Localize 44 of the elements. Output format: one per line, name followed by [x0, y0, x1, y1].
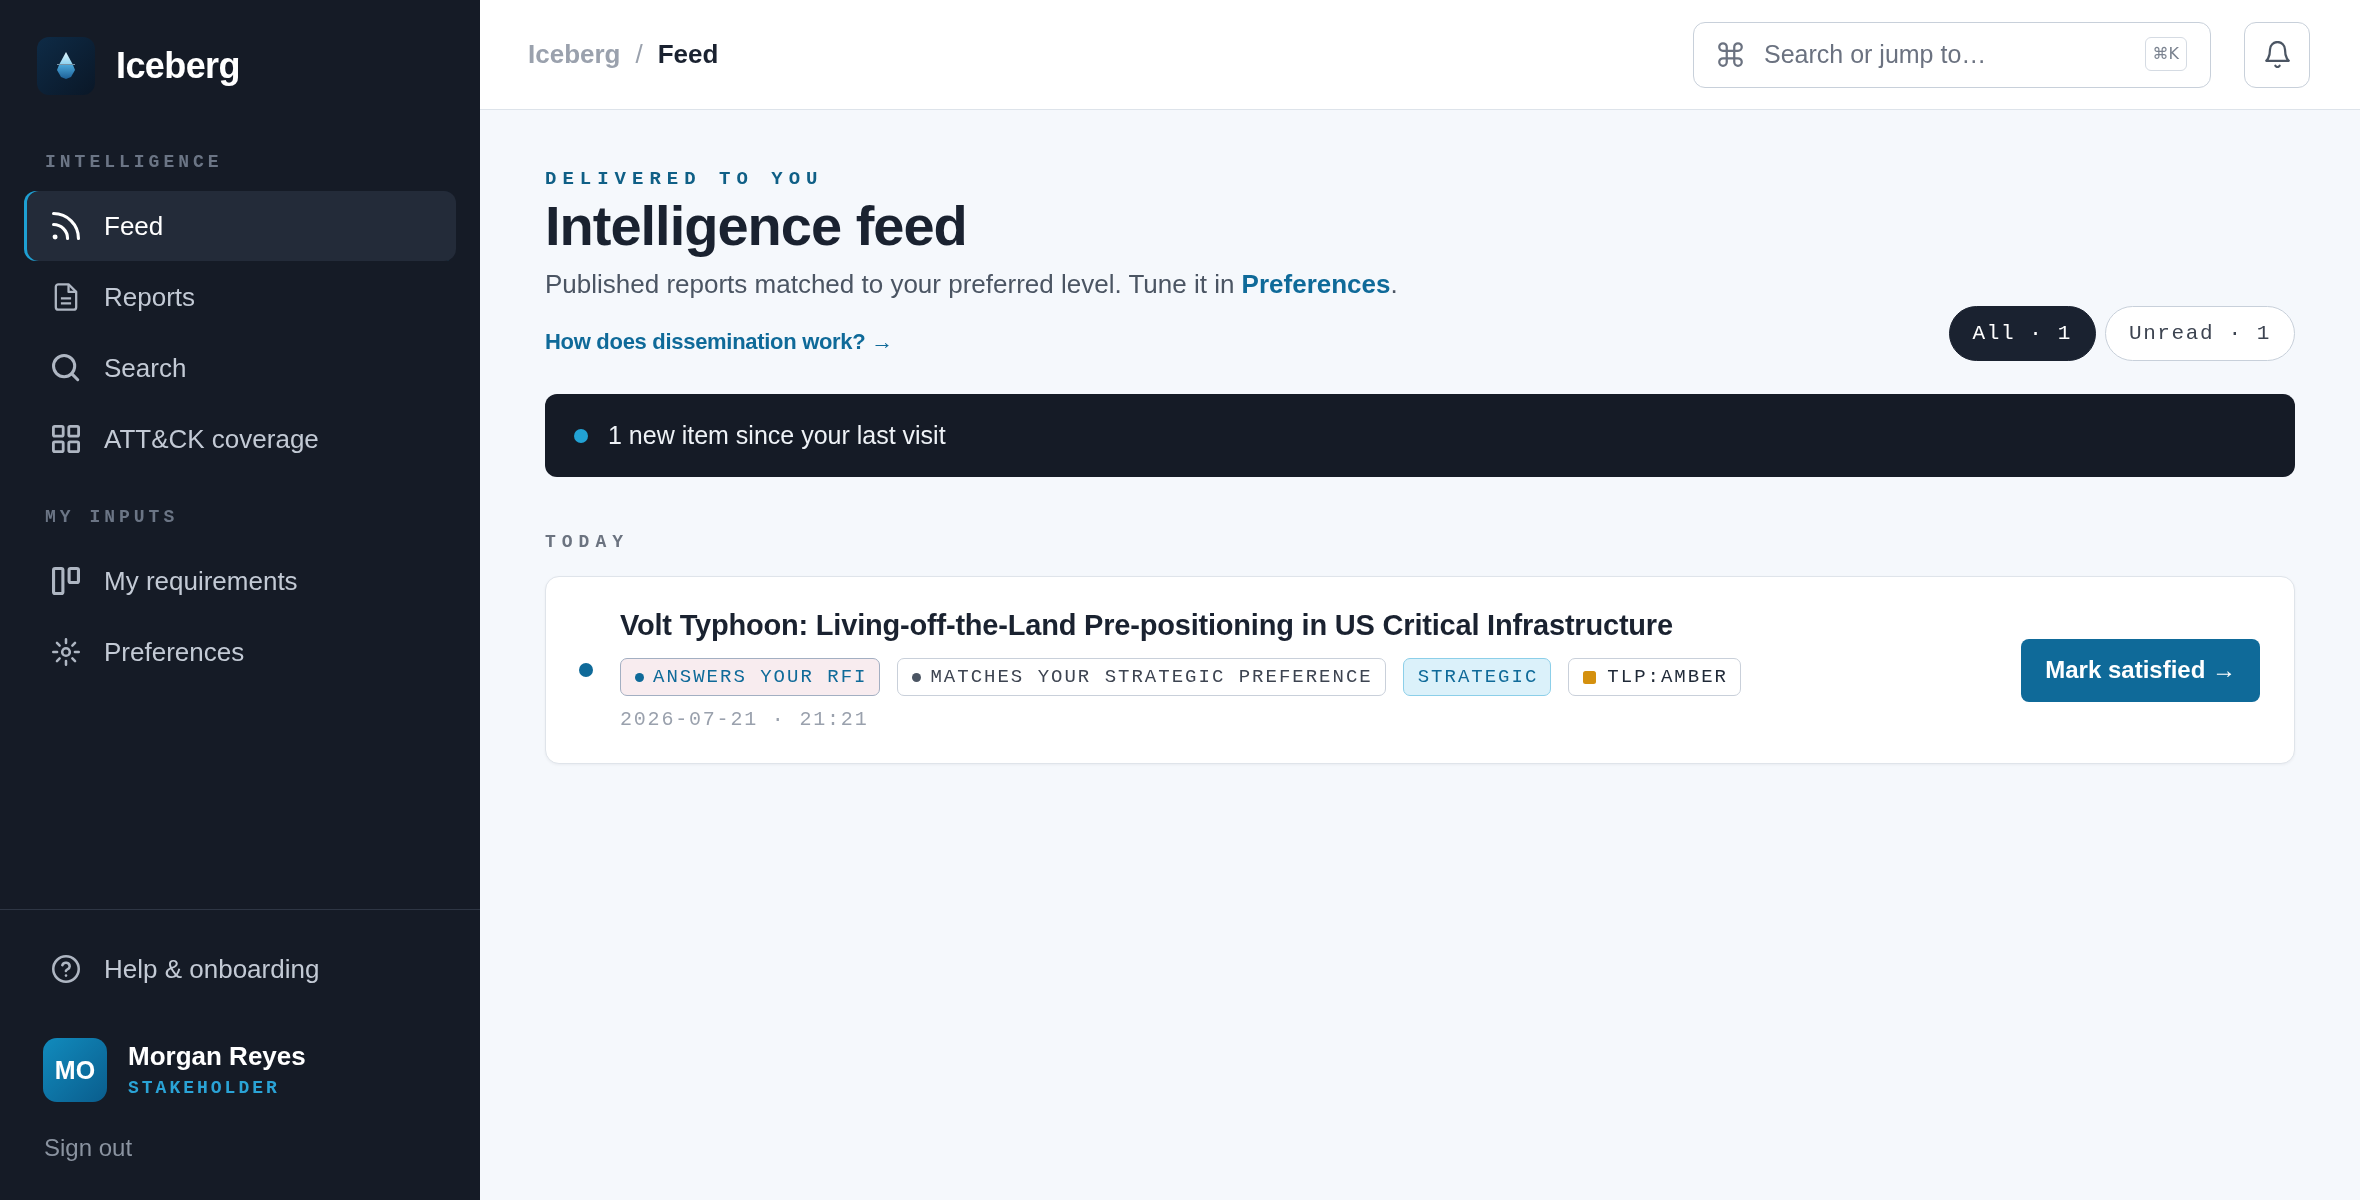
user-name: Morgan Reyes: [128, 1041, 306, 1071]
page-subtitle: Published reports matched to your preferred level. Tune it in Preferences.: [545, 268, 1398, 301]
brand-name: Iceberg: [116, 45, 240, 87]
mark-satisfied-button[interactable]: Mark satisfied →: [2021, 638, 2260, 702]
page-title: Intelligence feed: [545, 194, 967, 258]
filter-tab[interactable]: Unread · 1: [2104, 306, 2295, 361]
nav-item[interactable]: Search: [24, 333, 456, 403]
rss-icon: [52, 212, 80, 240]
group-label: TODAY: [545, 531, 629, 553]
search-icon: [52, 354, 80, 382]
nav-item[interactable]: Reports: [24, 262, 456, 332]
logo-icon: [37, 37, 95, 95]
dissemination-help-link[interactable]: How does dissemination work? →: [545, 327, 893, 357]
status-dot-icon: [574, 428, 588, 443]
nav-item[interactable]: ATT&CK coverage: [24, 404, 456, 474]
report-title: Volt Typhoon: Living-off-the-Land Pre-positioning in US Critical Infrastructure: [620, 608, 1673, 643]
user-avatar: MO: [43, 1038, 107, 1102]
user-role: STAKEHOLDER: [128, 1077, 280, 1099]
notifications-button[interactable]: [2244, 21, 2310, 88]
nav-item[interactable]: My requirements: [24, 546, 456, 616]
help-link[interactable]: Help & onboarding: [24, 934, 456, 1004]
filter-tab[interactable]: All · 1: [1948, 306, 2096, 361]
grid-icon: [52, 425, 80, 453]
help-icon: [52, 955, 80, 983]
section-eyebrow: DELIVERED TO YOU: [545, 168, 824, 190]
command-icon: [1718, 42, 1743, 67]
tag-label: ANSWERS YOUR RFI: [653, 666, 868, 688]
breadcrumb-separator: /: [635, 39, 643, 70]
sign-out-link[interactable]: Sign out: [44, 1134, 133, 1162]
tag-label: TLP:AMBER: [1607, 666, 1728, 688]
banner-text: 1 new item since your last visit: [608, 421, 946, 450]
preferences-link[interactable]: Preferences: [1241, 269, 1391, 299]
report-date: 2026-07-21 · 21:21: [620, 707, 869, 733]
nav-item[interactable]: Preferences: [24, 617, 456, 687]
nav-item[interactable]: Feed: [24, 191, 456, 261]
bell-icon: [2264, 41, 2290, 68]
sun-icon: [52, 638, 80, 666]
breadcrumb-current: Feed: [657, 39, 719, 70]
nav-section-label: INTELLIGENCE: [45, 151, 223, 173]
document-icon: [52, 283, 80, 311]
nav-section-label: MY INPUTS: [45, 506, 179, 528]
tag-label: STRATEGIC: [1417, 666, 1539, 688]
columns-icon: [52, 567, 80, 595]
tag-label: MATCHES YOUR STRATEGIC PREFERENCE: [930, 666, 1373, 688]
